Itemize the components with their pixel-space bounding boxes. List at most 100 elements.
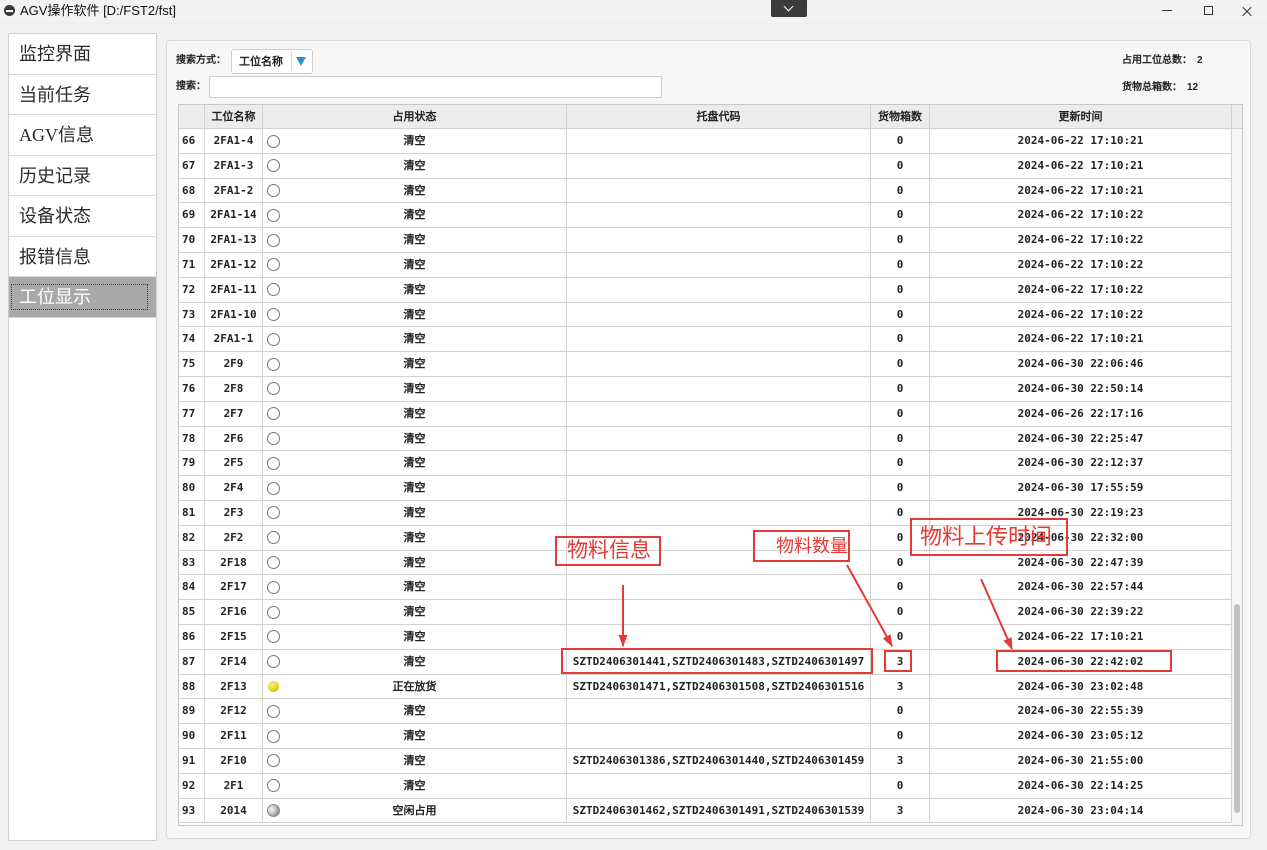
header-pallet-code[interactable]: 托盘代码 <box>567 105 871 129</box>
sidebar-item-device-status[interactable]: 设备状态 <box>9 196 156 237</box>
table-row[interactable]: 79 2F5 清空 0 2024-06-30 22:12:37 <box>179 451 1232 477</box>
table-row[interactable]: 92 2F1 清空 0 2024-06-30 22:14:25 <box>179 773 1232 799</box>
row-number: 85 <box>179 600 205 625</box>
table-row[interactable]: 88 2F13 正在放货 SZTD2406301471,SZTD2406301508,… <box>179 674 1232 700</box>
scrollbar-thumb[interactable] <box>1234 604 1240 813</box>
station-name: 2F6 <box>205 426 263 452</box>
box-count: 0 <box>871 228 930 253</box>
empty-circle-icon <box>267 456 280 470</box>
update-time: 2024-06-26 22:17:16 <box>930 401 1232 427</box>
empty-circle-icon <box>267 556 280 570</box>
sidebar-item-history[interactable]: 历史记录 <box>9 156 156 196</box>
row-number: 68 <box>179 178 205 204</box>
occupancy-status: 清空 <box>263 153 567 179</box>
station-name: 2F13 <box>205 674 263 700</box>
total-boxes-label: 货物总箱数： <box>1122 82 1182 93</box>
sidebar-item-error-info[interactable]: 报错信息 <box>9 237 156 277</box>
sidebar-item-current-tasks[interactable]: 当前任务 <box>9 75 156 115</box>
update-time: 2024-06-30 22:50:14 <box>930 376 1232 402</box>
pallet-code <box>567 228 871 253</box>
header-status[interactable]: 占用状态 <box>263 105 567 129</box>
annotation-upload-time: 物料上传时间 <box>910 518 1068 556</box>
empty-circle-icon <box>267 580 280 594</box>
minimize-button[interactable] <box>1147 0 1187 22</box>
table-row[interactable]: 73 2FA1-10 清空 0 2024-06-22 17:10:22 <box>179 302 1232 328</box>
station-name: 2F16 <box>205 600 263 625</box>
table-row[interactable]: 77 2F7 清空 0 2024-06-26 22:17:16 <box>179 401 1232 427</box>
table-row[interactable]: 78 2F6 清空 0 2024-06-30 22:25:47 <box>179 426 1232 452</box>
station-name: 2FA1-3 <box>205 153 263 179</box>
table-row[interactable]: 69 2FA1-14 清空 0 2024-06-22 17:10:22 <box>179 203 1232 229</box>
station-name: 2FA1-2 <box>205 178 263 204</box>
search-input[interactable] <box>209 76 662 98</box>
triangle-down-icon[interactable] <box>296 57 306 66</box>
update-time: 2024-06-22 17:10:21 <box>930 178 1232 204</box>
maximize-button[interactable] <box>1188 0 1228 22</box>
row-number: 74 <box>179 327 205 353</box>
occupancy-status-text: 清空 <box>403 406 426 420</box>
close-button[interactable] <box>1227 0 1267 22</box>
header-update-time[interactable]: 更新时间 <box>930 105 1232 129</box>
table-row[interactable]: 76 2F8 清空 0 2024-06-30 22:50:14 <box>179 376 1232 402</box>
header-box-count[interactable]: 货物箱数 <box>871 105 930 129</box>
sidebar-item-agv-info[interactable]: AGV信息 <box>9 115 156 156</box>
highlight-pallet-code <box>561 648 873 674</box>
pallet-code <box>567 600 871 625</box>
box-count: 0 <box>871 129 930 154</box>
occupancy-status: 清空 <box>263 376 567 402</box>
sidebar-item-station-display[interactable]: 工位显示 <box>9 277 156 318</box>
station-name: 2014 <box>205 798 263 824</box>
occupancy-status-text: 清空 <box>403 629 426 643</box>
search-label: 搜索： <box>176 81 206 92</box>
search-mode-dropdown[interactable]: 工位名称 <box>231 49 313 74</box>
table-row[interactable]: 83 2F18 清空 0 2024-06-30 22:47:39 <box>179 550 1232 576</box>
occupancy-status: 清空 <box>263 600 567 625</box>
table-row[interactable]: 67 2FA1-3 清空 0 2024-06-22 17:10:21 <box>179 153 1232 179</box>
sidebar-nav: 监控界面 当前任务 AGV信息 历史记录 设备状态 报错信息 工位显示 <box>8 33 157 841</box>
box-count: 0 <box>871 178 930 204</box>
table-row[interactable]: 70 2FA1-13 清空 0 2024-06-22 17:10:22 <box>179 228 1232 253</box>
table-row[interactable]: 71 2FA1-12 清空 0 2024-06-22 17:10:22 <box>179 252 1232 278</box>
header-station-name[interactable]: 工位名称 <box>205 105 263 129</box>
box-count: 0 <box>871 451 930 477</box>
occupancy-status: 清空 <box>263 748 567 774</box>
table-row[interactable]: 84 2F17 清空 0 2024-06-30 22:57:44 <box>179 575 1232 601</box>
table-row[interactable]: 80 2F4 清空 0 2024-06-30 17:55:59 <box>179 476 1232 501</box>
table-row[interactable]: 90 2F11 清空 0 2024-06-30 23:05:12 <box>179 724 1232 749</box>
pallet-code <box>567 129 871 154</box>
minimize-icon <box>1162 10 1172 12</box>
table-row[interactable]: 66 2FA1-4 清空 0 2024-06-22 17:10:21 <box>179 129 1232 154</box>
title-dropdown-button[interactable] <box>771 0 807 17</box>
station-name: 2F4 <box>205 476 263 501</box>
table-row[interactable]: 72 2FA1-11 清空 0 2024-06-22 17:10:22 <box>179 277 1232 303</box>
app-icon <box>4 5 15 16</box>
annotation-material-info: 物料信息 <box>555 536 661 566</box>
sidebar-item-monitor[interactable]: 监控界面 <box>9 34 156 75</box>
station-name: 2FA1-13 <box>205 228 263 253</box>
table-row[interactable]: 86 2F15 清空 0 2024-06-22 17:10:21 <box>179 624 1232 650</box>
table-row[interactable]: 91 2F10 清空 SZTD2406301386,SZTD2406301440,SZ… <box>179 748 1232 774</box>
empty-circle-icon <box>267 357 280 371</box>
table-row[interactable]: 85 2F16 清空 0 2024-06-30 22:39:22 <box>179 600 1232 625</box>
pallet-code <box>567 327 871 353</box>
occupancy-status-text: 清空 <box>403 282 426 296</box>
table-row[interactable]: 93 2014 空闲占用 SZTD2406301462,SZTD2406301491,… <box>179 798 1232 824</box>
row-number: 86 <box>179 624 205 650</box>
empty-circle-icon <box>267 332 280 346</box>
table-row[interactable]: 81 2F3 清空 0 2024-06-30 22:19:23 <box>179 500 1232 526</box>
table-row[interactable]: 68 2FA1-2 清空 0 2024-06-22 17:10:21 <box>179 178 1232 204</box>
table-row[interactable]: 74 2FA1-1 清空 0 2024-06-22 17:10:21 <box>179 327 1232 353</box>
scrollbar-track[interactable] <box>1232 129 1242 825</box>
table-row[interactable]: 75 2F9 清空 0 2024-06-30 22:06:46 <box>179 352 1232 377</box>
box-count: 0 <box>871 252 930 278</box>
row-number: 81 <box>179 500 205 526</box>
station-name: 2F5 <box>205 451 263 477</box>
occupancy-status: 清空 <box>263 624 567 650</box>
station-name: 2F17 <box>205 575 263 601</box>
station-name: 2F12 <box>205 699 263 725</box>
station-name: 2F14 <box>205 649 263 675</box>
box-count: 0 <box>871 277 930 303</box>
table-row[interactable]: 89 2F12 清空 0 2024-06-30 22:55:39 <box>179 699 1232 725</box>
occupancy-status-text: 清空 <box>403 778 426 792</box>
table-row[interactable]: 82 2F2 清空 0 2024-06-30 22:32:00 <box>179 525 1232 551</box>
